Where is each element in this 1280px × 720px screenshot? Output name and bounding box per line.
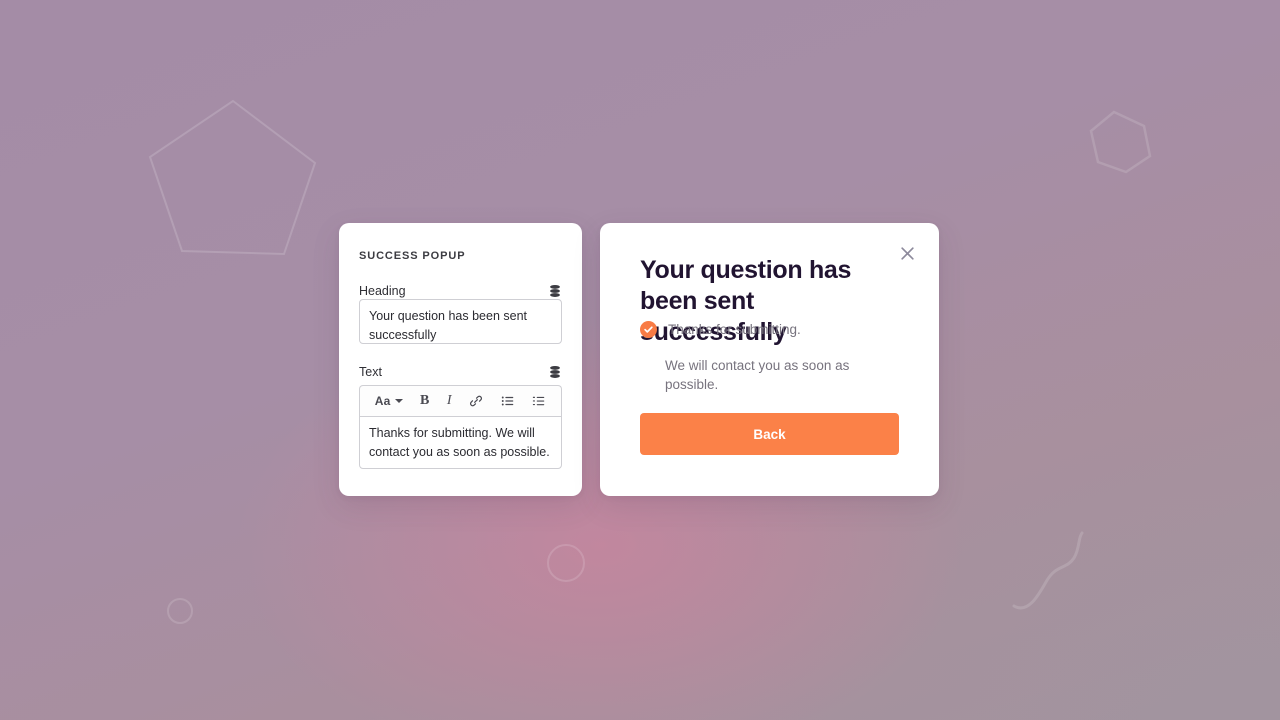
confirmation-row: Thanks for submitting. (640, 321, 908, 338)
bullet-list-icon (501, 396, 513, 406)
pentagon-outline (148, 99, 317, 256)
rich-text-toolbar: Aa B I (359, 385, 562, 416)
ordered-list-icon (533, 396, 545, 406)
app-stage: SUCCESS POPUP Heading Your question has … (0, 0, 1280, 720)
close-icon (900, 246, 914, 260)
text-field-label: Text (359, 365, 382, 379)
circle-outline-small (167, 598, 193, 624)
check-circle-icon (640, 321, 657, 338)
database-icon[interactable] (548, 365, 562, 379)
font-size-dropdown[interactable]: Aa (375, 391, 403, 411)
preview-popup: Your question has been sent successfully… (600, 223, 939, 496)
link-button[interactable] (469, 391, 483, 411)
heading-input[interactable]: Your question has been sent successfully (359, 299, 562, 344)
bold-button[interactable]: B (420, 391, 429, 411)
squiggle-line (1012, 531, 1084, 610)
panel-title: SUCCESS POPUP (359, 250, 466, 262)
ordered-list-button[interactable] (532, 391, 546, 411)
text-body-input[interactable]: Thanks for submitting. We will contact y… (359, 416, 562, 469)
back-button[interactable]: Back (640, 413, 899, 455)
heading-field-label: Heading (359, 284, 406, 298)
hexagon-outline (1089, 110, 1152, 174)
heading-field-row: Heading (359, 284, 562, 298)
close-button[interactable] (895, 241, 919, 265)
confirmation-text: Thanks for submitting. (668, 322, 801, 337)
chevron-down-icon (394, 399, 403, 403)
bullet-list-button[interactable] (501, 391, 515, 411)
italic-button[interactable]: I (447, 391, 452, 411)
preview-body-text: We will contact you as soon as possible. (665, 358, 850, 392)
text-field-row: Text (359, 365, 562, 379)
link-icon (470, 395, 483, 407)
circle-outline-large (547, 544, 585, 582)
database-icon[interactable] (548, 284, 562, 298)
font-size-label: Aa (374, 394, 391, 408)
